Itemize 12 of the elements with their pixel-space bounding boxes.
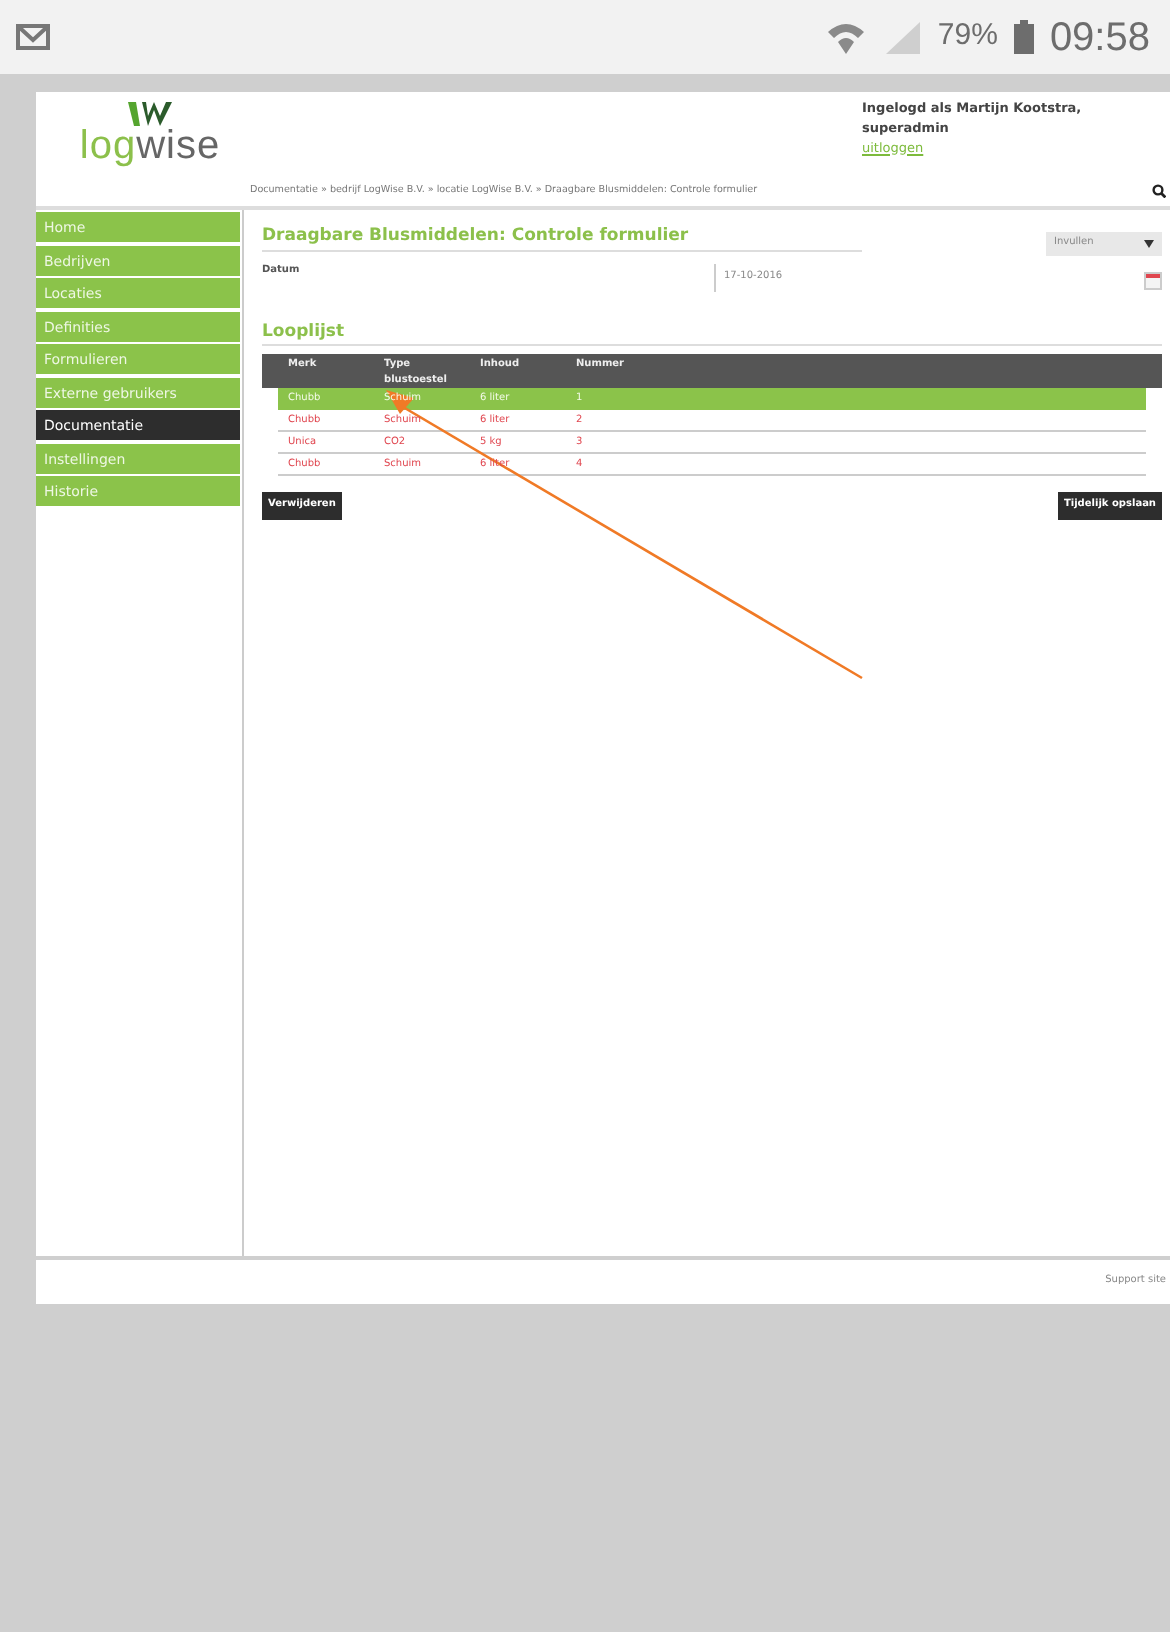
form-title: Draagbare Blusmiddelen: Controle formulier bbox=[262, 224, 862, 252]
battery-icon bbox=[1013, 20, 1034, 54]
clock-time: 09:58 bbox=[1049, 13, 1150, 63]
mail-icon bbox=[16, 24, 50, 50]
logwise-logo: logwise bbox=[50, 100, 250, 206]
signal-icon bbox=[881, 19, 922, 55]
section-title: Looplijst bbox=[262, 319, 1162, 347]
battery-percentage: 79% bbox=[937, 16, 998, 57]
search-icon[interactable] bbox=[1152, 183, 1166, 198]
wifi-icon bbox=[825, 19, 866, 55]
caret-icon bbox=[1144, 240, 1154, 248]
calendar-icon[interactable] bbox=[1144, 272, 1162, 290]
